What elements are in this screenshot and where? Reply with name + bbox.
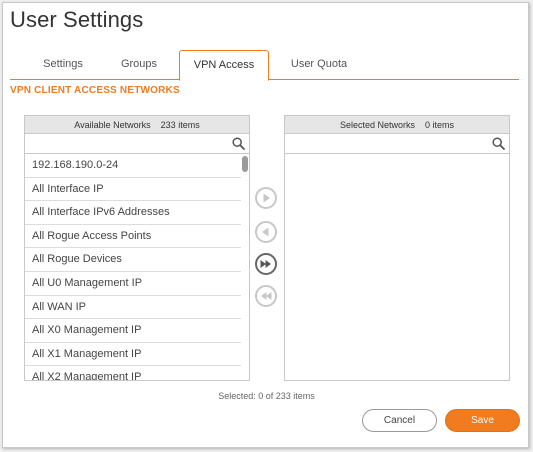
tab-settings[interactable]: Settings	[40, 50, 86, 80]
list-item[interactable]: All X0 Management IP	[25, 319, 249, 343]
selected-search-input[interactable]	[285, 134, 509, 154]
list-item[interactable]: All Interface IPv6 Addresses	[25, 201, 249, 225]
dialog-title: User Settings	[10, 7, 144, 32]
available-search-input[interactable]	[25, 134, 249, 154]
available-search-row	[25, 134, 249, 154]
selection-status: Selected: 0 of 233 items	[218, 391, 315, 401]
section-heading: VPN CLIENT ACCESS NETWORKS	[10, 85, 180, 96]
available-networks-title: Available Networks	[74, 120, 151, 130]
list-scrollbar[interactable]	[241, 154, 249, 380]
search-icon[interactable]	[492, 137, 505, 150]
list-item[interactable]: All Interface IP	[25, 178, 249, 202]
available-networks-list[interactable]: 192.168.190.0-24 All Interface IP All In…	[25, 154, 249, 380]
list-item[interactable]: All X2 Management IP	[25, 366, 249, 380]
selected-networks-count: 0 items	[425, 120, 455, 130]
tab-user-quota[interactable]: User Quota	[286, 50, 352, 80]
selected-networks-panel: Selected Networks 0 items	[284, 115, 510, 381]
available-networks-panel: Available Networks 233 items 192.168.190.…	[24, 115, 250, 381]
scroll-thumb[interactable]	[242, 156, 248, 172]
list-item[interactable]: All WAN IP	[25, 296, 249, 320]
tab-vpn-access[interactable]: VPN Access	[179, 50, 269, 81]
add-all-button[interactable]	[255, 253, 277, 275]
add-selected-button[interactable]	[255, 187, 277, 209]
list-item[interactable]: All X1 Management IP	[25, 343, 249, 367]
fast-rewind-icon	[261, 292, 272, 300]
remove-all-button[interactable]	[255, 285, 277, 307]
list-item[interactable]: All Rogue Devices	[25, 248, 249, 272]
selected-networks-list[interactable]	[285, 154, 509, 380]
list-item[interactable]: 192.168.190.0-24	[25, 154, 249, 178]
list-item[interactable]: All U0 Management IP	[25, 272, 249, 296]
tab-groups[interactable]: Groups	[116, 50, 162, 80]
search-icon[interactable]	[232, 137, 245, 150]
play-icon	[263, 193, 270, 203]
fast-forward-icon	[260, 260, 271, 268]
list-item[interactable]: All Rogue Access Points	[25, 225, 249, 249]
available-networks-count: 233 items	[160, 120, 200, 130]
selected-networks-header: Selected Networks 0 items	[285, 116, 509, 134]
tab-bar: Settings Groups VPN Access User Quota	[10, 50, 519, 81]
rewind-icon	[262, 227, 269, 237]
available-networks-header: Available Networks 233 items	[25, 116, 249, 134]
selected-networks-title: Selected Networks	[339, 120, 416, 130]
remove-selected-button[interactable]	[255, 221, 277, 243]
save-button[interactable]: Save	[445, 409, 520, 432]
cancel-button[interactable]: Cancel	[362, 409, 437, 432]
selected-search-row	[285, 134, 509, 154]
